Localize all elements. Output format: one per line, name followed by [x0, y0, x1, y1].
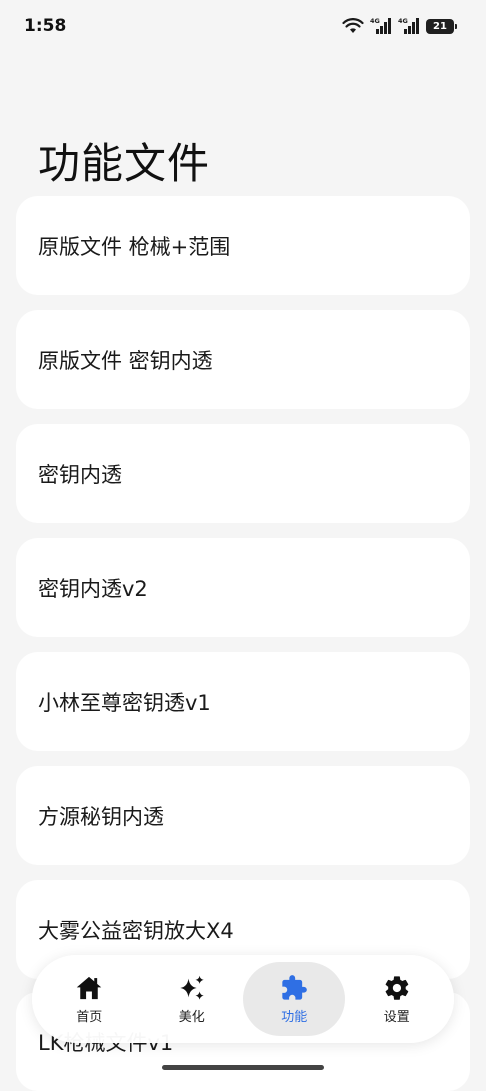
list-item[interactable]: 原版文件 密钥内透	[16, 310, 470, 409]
wifi-icon	[342, 18, 364, 33]
list-item[interactable]: 方源秘钥内透	[16, 766, 470, 865]
file-list: 原版文件 枪械+范围 原版文件 密钥内透 密钥内透 密钥内透v2 小林至尊密钥透…	[16, 196, 470, 994]
list-item-label: 密钥内透	[38, 462, 122, 487]
home-indicator[interactable]	[162, 1065, 324, 1070]
list-item[interactable]: 密钥内透	[16, 424, 470, 523]
list-item-label: 原版文件 枪械+范围	[38, 234, 231, 259]
list-item[interactable]: 小林至尊密钥透v1	[16, 652, 470, 751]
page-title: 功能文件	[38, 139, 211, 188]
gear-icon	[385, 975, 409, 1000]
nav-label: 功能	[281, 1009, 308, 1025]
home-icon	[77, 976, 102, 999]
cellular-signal-icon-2: 4G	[398, 17, 419, 34]
nav-label: 美化	[178, 1009, 205, 1025]
nav-label: 设置	[383, 1009, 410, 1025]
nav-item-settings[interactable]: 设置	[346, 962, 448, 1036]
battery-icon: 21	[426, 18, 457, 34]
puzzle-icon	[282, 974, 308, 1000]
network-type-label-2: 4G	[398, 17, 408, 25]
list-item-label: 密钥内透v2	[38, 576, 148, 601]
cellular-signal-icon: 4G	[370, 17, 391, 34]
status-icons: 4G 4G 21	[342, 17, 457, 35]
bottom-nav: 首页 美化 功能 设置	[32, 955, 454, 1043]
list-item[interactable]: 原版文件 枪械+范围	[16, 196, 470, 295]
list-item-label: 原版文件 密钥内透	[38, 348, 213, 373]
network-type-label: 4G	[370, 17, 380, 25]
nav-item-functions[interactable]: 功能	[243, 962, 346, 1036]
list-item[interactable]: 密钥内透v2	[16, 538, 470, 637]
status-time: 1:58	[24, 16, 67, 36]
nav-label: 首页	[76, 1009, 103, 1025]
nav-item-beautify[interactable]: 美化	[141, 962, 243, 1036]
list-item-label: 小林至尊密钥透v1	[38, 690, 211, 715]
nav-item-home[interactable]: 首页	[38, 962, 140, 1036]
sparkle-icon	[180, 975, 204, 1000]
status-bar: 1:58 4G 4G 21	[0, 0, 486, 54]
list-item-label: 方源秘钥内透	[38, 804, 164, 829]
battery-level: 21	[433, 20, 447, 32]
list-item-label: 大雾公益密钥放大X4	[38, 918, 234, 943]
